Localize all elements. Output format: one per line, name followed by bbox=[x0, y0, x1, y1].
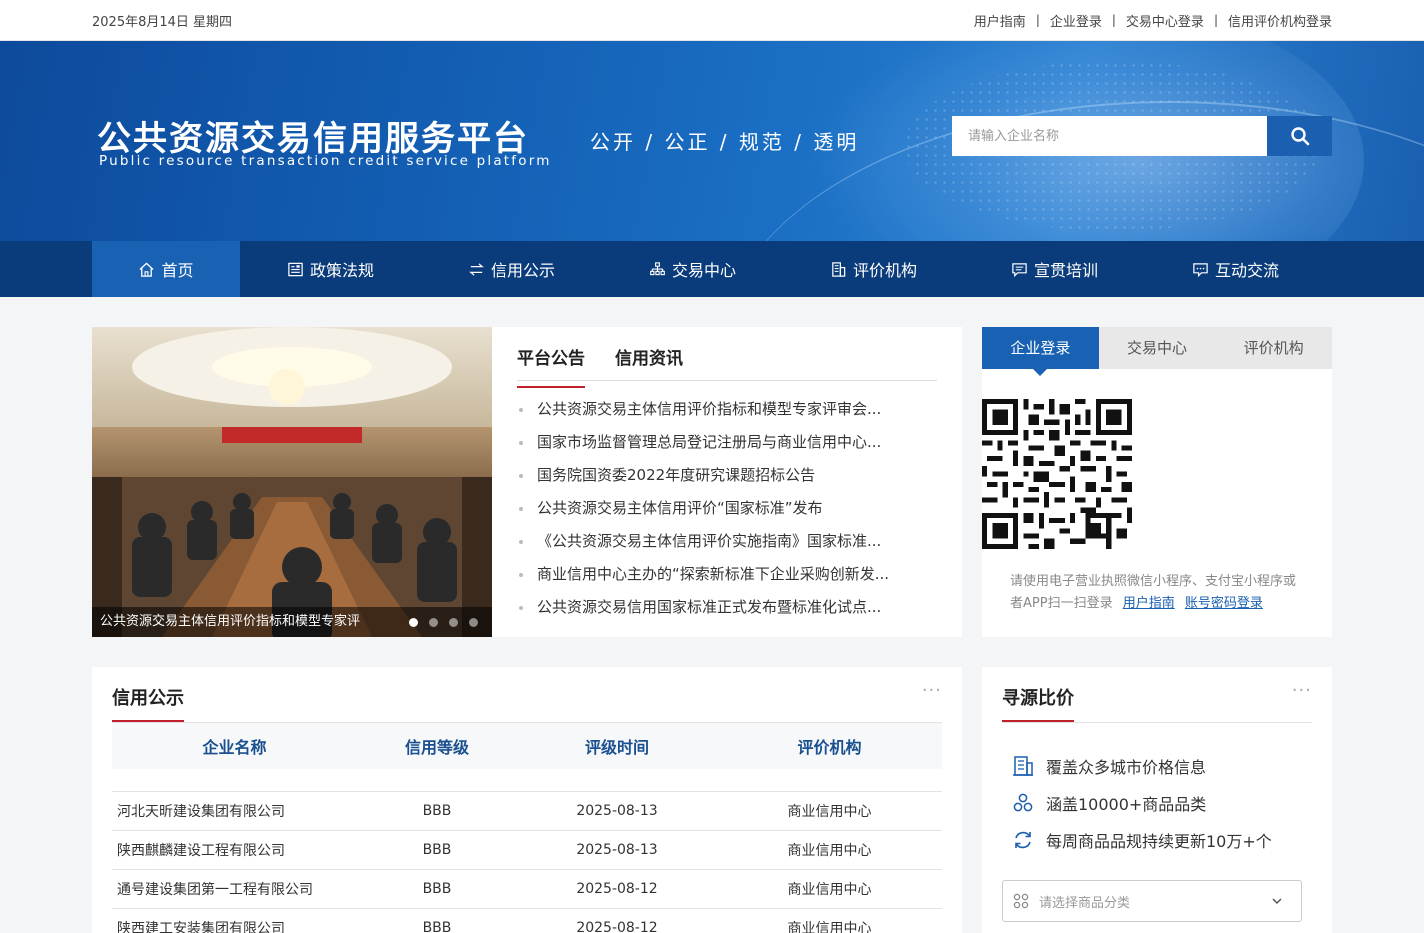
link-enterprise-login[interactable]: 企业登录 bbox=[1050, 11, 1102, 30]
table-row[interactable]: 河北天昕建设集团有限公司 BBB 2025-08-13 商业信用中心 bbox=[112, 791, 942, 830]
carousel-dots bbox=[409, 618, 478, 627]
home-icon bbox=[139, 261, 155, 277]
grid-icon bbox=[1013, 893, 1029, 909]
more-icon[interactable]: ··· bbox=[1292, 682, 1312, 700]
header-banner: 公共资源交易信用服务平台 Public resource transaction… bbox=[0, 41, 1424, 241]
feature-item: 覆盖众多城市价格信息 bbox=[1002, 747, 1312, 784]
link-trade-center-login[interactable]: 交易中心登录 bbox=[1126, 11, 1204, 30]
col-header: 评级时间 bbox=[584, 738, 649, 757]
credit-publicity-panel: 信用公示 ··· 企业名称 信用等级 评级时间 评价机构 河北天昕建设集团有限公… bbox=[92, 667, 962, 933]
col-header: 评价机构 bbox=[797, 738, 862, 757]
photo-carousel[interactable]: 公共资源交易主体信用评价指标和模型专家评 bbox=[92, 327, 492, 637]
news-item[interactable]: 国务院国资委2022年度研究课题招标公告 bbox=[517, 459, 937, 492]
document-icon bbox=[288, 262, 303, 276]
tab-enterprise-login[interactable]: 企业登录 bbox=[982, 327, 1099, 376]
login-panel: 企业登录 交易中心 评价机构 请使用电子营业执照微信小程序、支付宝小程序或者AP… bbox=[982, 327, 1332, 637]
building-icon bbox=[1013, 755, 1033, 776]
carousel-dot[interactable] bbox=[449, 618, 458, 627]
category-select[interactable]: 请选择商品分类 bbox=[1002, 880, 1302, 922]
link-rating-org-login[interactable]: 信用评价机构登录 bbox=[1228, 11, 1332, 30]
sourcing-panel: 寻源比价 ··· 覆盖众多城市价格信息 涵盖10000+商品品类 每周商品品规持… bbox=[982, 667, 1332, 933]
qr-code bbox=[982, 399, 1132, 549]
news-list-section: 平台公告 信用资讯 公共资源交易主体信用评价指标和模型专家评审会... 国家市场… bbox=[492, 327, 962, 637]
login-tip: 请使用电子营业执照微信小程序、支付宝小程序或者APP扫一扫登录 用户指南 账号密… bbox=[1010, 574, 1297, 611]
exchange-icon bbox=[469, 262, 484, 276]
news-item[interactable]: 公共资源交易主体信用评价“国家标准”发布 bbox=[517, 492, 937, 525]
news-item[interactable]: 国家市场监督管理总局登记注册局与商业信用中心... bbox=[517, 426, 937, 459]
table-row[interactable]: 陕西麒麟建设工程有限公司 BBB 2025-08-13 商业信用中心 bbox=[112, 830, 942, 869]
feature-item: 每周商品品规持续更新10万+个 bbox=[1002, 821, 1312, 858]
feature-item: 涵盖10000+商品品类 bbox=[1002, 784, 1312, 821]
col-header: 企业名称 bbox=[202, 738, 267, 757]
search-icon bbox=[1290, 127, 1309, 146]
nav-training[interactable]: 宣贯培训 bbox=[964, 241, 1145, 297]
main-nav: 首页 政策法规 信用公示 交易中心 评价机构 宣贯培训 互动交流 bbox=[0, 241, 1424, 297]
news-item[interactable]: 公共资源交易信用国家标准正式发布暨标准化试点... bbox=[517, 591, 937, 624]
meeting-photo bbox=[92, 327, 492, 637]
credit-table: 企业名称 信用等级 评级时间 评价机构 河北天昕建设集团有限公司 BBB 202… bbox=[112, 723, 942, 933]
carousel-dot[interactable] bbox=[429, 618, 438, 627]
news-item[interactable]: 公共资源交易主体信用评价指标和模型专家评审会... bbox=[517, 393, 937, 426]
carousel-dot[interactable] bbox=[409, 618, 418, 627]
tab-rating-org[interactable]: 评价机构 bbox=[1215, 327, 1332, 369]
nav-credit-publicity[interactable]: 信用公示 bbox=[421, 241, 602, 297]
chevron-down-icon bbox=[1272, 898, 1282, 905]
nav-rating-orgs[interactable]: 评价机构 bbox=[783, 241, 964, 297]
news-item[interactable]: 商业信用中心主办的“探索新标准下企业采购创新发... bbox=[517, 558, 937, 591]
credit-panel-title: 信用公示 bbox=[112, 685, 184, 722]
news-panel: 公共资源交易主体信用评价指标和模型专家评 平台公告 信用资讯 公共资源交易主体信… bbox=[92, 327, 962, 637]
current-date: 2025年8月14日 星期四 bbox=[92, 14, 233, 30]
carousel-dot[interactable] bbox=[469, 618, 478, 627]
top-links: 用户指南 | 企业登录 | 交易中心登录 | 信用评价机构登录 bbox=[974, 11, 1332, 30]
building-icon bbox=[832, 261, 846, 277]
top-bar: 2025年8月14日 星期四 用户指南 | 企业登录 | 交易中心登录 | 信用… bbox=[0, 0, 1424, 41]
col-header: 信用等级 bbox=[404, 738, 469, 757]
news-tabs: 平台公告 信用资讯 bbox=[517, 345, 937, 388]
sourcing-features: 覆盖众多城市价格信息 涵盖10000+商品品类 每周商品品规持续更新10万+个 bbox=[1002, 747, 1312, 858]
news-list: 公共资源交易主体信用评价指标和模型专家评审会... 国家市场监督管理总局登记注册… bbox=[517, 393, 937, 624]
tab-credit-news[interactable]: 信用资讯 bbox=[615, 345, 683, 380]
chat-icon bbox=[1193, 262, 1208, 277]
search-input[interactable] bbox=[952, 116, 1267, 156]
slogan: 公开 / 公正 / 规范 / 透明 bbox=[590, 130, 860, 154]
tab-trade-center[interactable]: 交易中心 bbox=[1099, 327, 1216, 369]
table-row[interactable]: 通号建设集团第一工程有限公司 BBB 2025-08-12 商业信用中心 bbox=[112, 869, 942, 908]
link-password-login[interactable]: 账号密码登录 bbox=[1185, 596, 1263, 611]
refresh-icon bbox=[1015, 831, 1031, 848]
tab-platform-notice[interactable]: 平台公告 bbox=[517, 345, 585, 388]
site-subtitle: Public resource transaction credit servi… bbox=[99, 153, 552, 169]
cubes-icon bbox=[1013, 793, 1033, 811]
search-bar bbox=[952, 116, 1332, 156]
news-item[interactable]: 《公共资源交易主体信用评价实施指南》国家标准... bbox=[517, 525, 937, 558]
table-header-row: 企业名称 信用等级 评级时间 评价机构 bbox=[112, 723, 942, 769]
nav-interaction[interactable]: 互动交流 bbox=[1145, 241, 1326, 297]
nav-trade-center[interactable]: 交易中心 bbox=[602, 241, 783, 297]
search-button[interactable] bbox=[1267, 116, 1332, 156]
link-user-guide-login[interactable]: 用户指南 bbox=[1123, 596, 1175, 611]
more-icon[interactable]: ··· bbox=[922, 682, 942, 700]
org-chart-icon bbox=[650, 261, 665, 275]
nav-home[interactable]: 首页 bbox=[92, 241, 240, 297]
link-user-guide[interactable]: 用户指南 bbox=[974, 11, 1026, 30]
message-icon bbox=[1012, 262, 1027, 277]
sourcing-panel-title: 寻源比价 bbox=[1002, 685, 1074, 722]
table-row[interactable]: 陕西建工安装集团有限公司 BBB 2025-08-12 商业信用中心 bbox=[112, 908, 942, 933]
login-tabs: 企业登录 交易中心 评价机构 bbox=[982, 327, 1332, 376]
nav-policy[interactable]: 政策法规 bbox=[240, 241, 421, 297]
